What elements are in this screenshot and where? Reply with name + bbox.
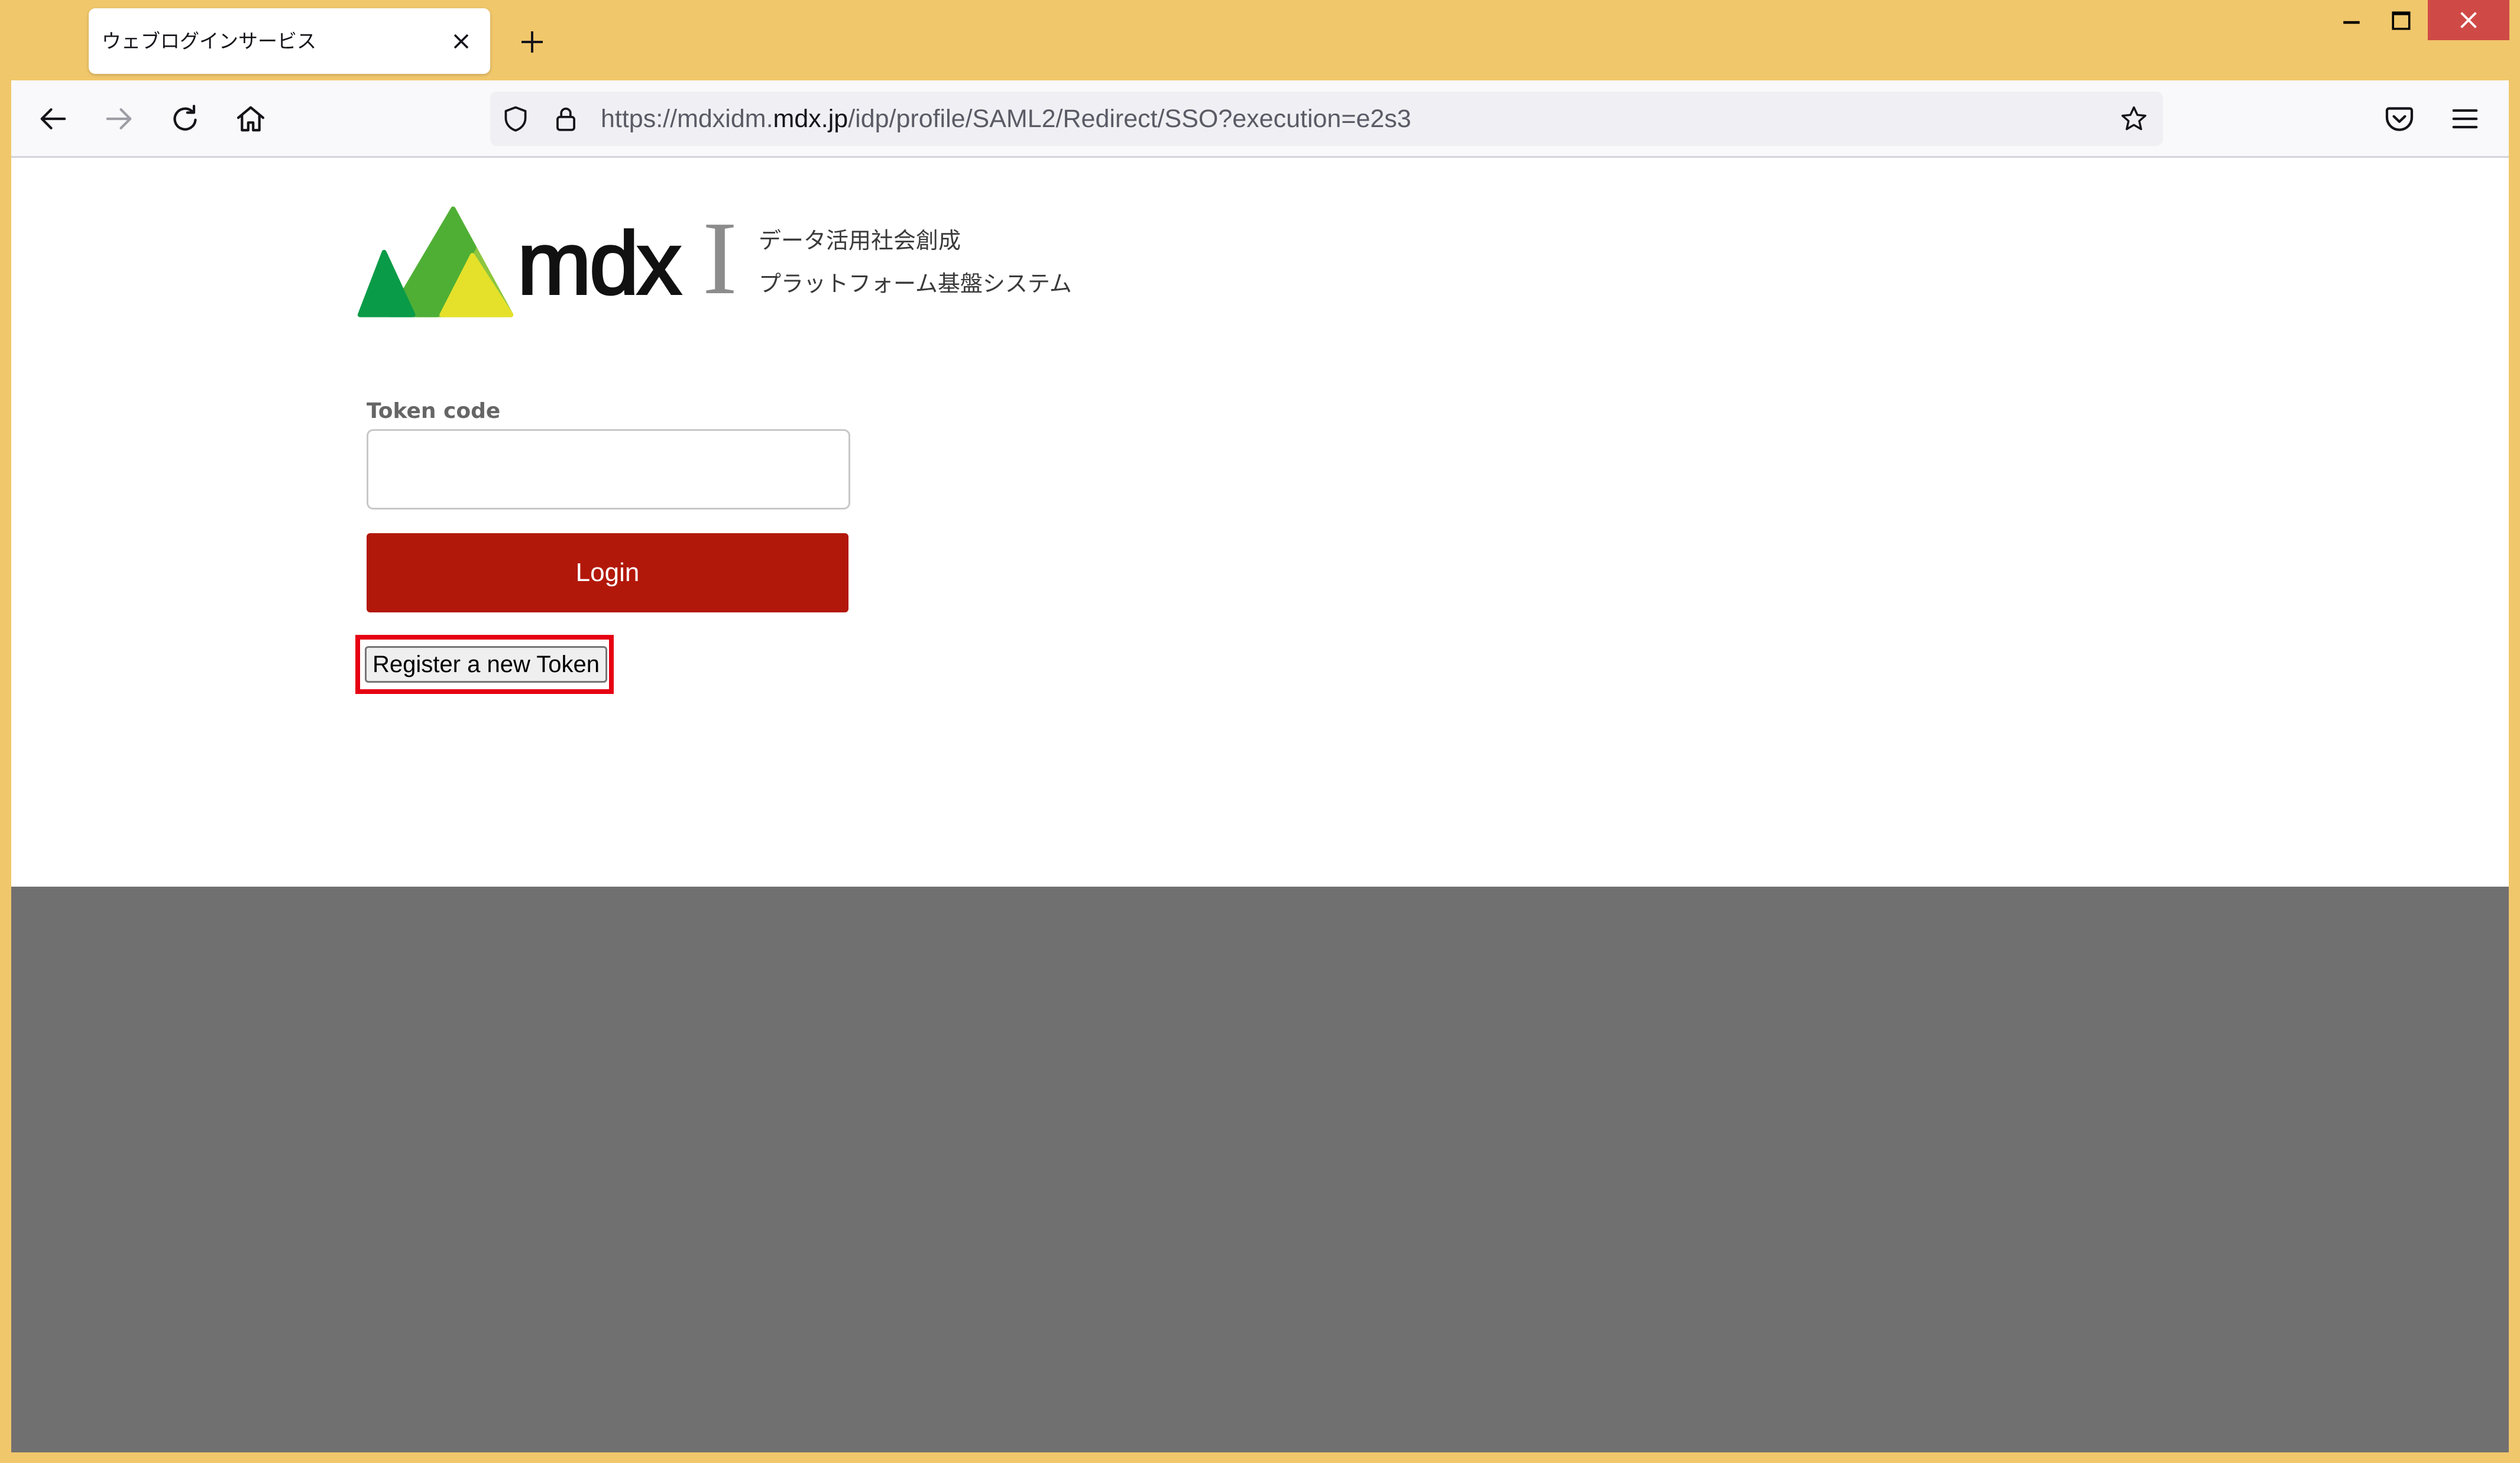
navigation-toolbar: https://mdxidm.mdx.jp/idp/profile/SAML2/…	[11, 80, 2509, 158]
window-close-button[interactable]	[2428, 0, 2509, 40]
maximize-icon[interactable]	[2388, 8, 2414, 34]
star-icon[interactable]	[2119, 104, 2149, 134]
plus-icon[interactable]	[518, 28, 546, 56]
url-prefix: https://mdxidm.	[601, 105, 773, 133]
tab-title: ウェブログインサービス	[102, 30, 316, 53]
url-domain: mdx.jp	[773, 105, 848, 133]
logo-tagline: データ活用社会創成 プラットフォーム基盤システム	[759, 219, 1072, 306]
pocket-icon[interactable]	[2383, 102, 2416, 135]
token-code-input[interactable]	[367, 429, 850, 510]
logo-wordmark: mdx	[516, 213, 682, 313]
shield-icon[interactable]	[501, 104, 530, 134]
url-text[interactable]: https://mdxidm.mdx.jp/idp/profile/SAML2/…	[601, 92, 1411, 146]
logo-tagline-line-1: データ活用社会創成	[759, 228, 961, 254]
close-icon	[2460, 12, 2477, 28]
logo-tagline-line-2: プラットフォーム基盤システム	[759, 271, 1072, 297]
lock-icon[interactable]	[551, 104, 581, 134]
forward-arrow-icon[interactable]	[102, 102, 135, 135]
login-button[interactable]: Login	[367, 533, 848, 612]
minimize-icon[interactable]	[2338, 9, 2364, 35]
mdx-mountain-logo-icon	[357, 206, 514, 317]
home-icon[interactable]	[234, 102, 267, 135]
close-icon[interactable]	[448, 28, 474, 54]
reload-icon[interactable]	[169, 102, 202, 135]
tab-active[interactable]: ウェブログインサービス	[89, 8, 490, 74]
logo-mark-i: I	[702, 200, 737, 316]
page-lower-area	[11, 887, 2509, 1452]
register-new-token-button[interactable]: Register a new Token	[365, 646, 607, 683]
token-code-label: Token code	[367, 399, 501, 423]
title-bar: ウェブログインサービス	[0, 0, 2520, 80]
hamburger-menu-icon[interactable]	[2448, 102, 2482, 135]
address-bar[interactable]: https://mdxidm.mdx.jp/idp/profile/SAML2/…	[490, 92, 2163, 146]
url-path: /idp/profile/SAML2/Redirect/SSO?executio…	[848, 105, 1411, 133]
back-arrow-icon[interactable]	[37, 102, 70, 135]
